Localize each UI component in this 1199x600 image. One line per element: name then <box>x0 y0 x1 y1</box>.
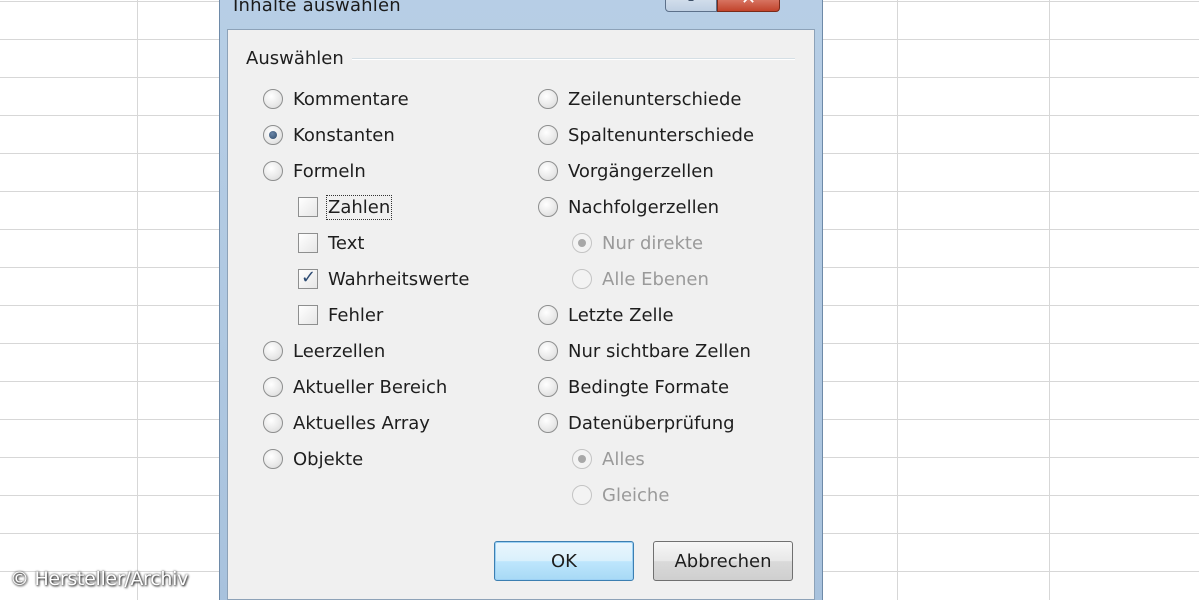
option-letzte-zelle[interactable]: Letzte Zelle <box>538 301 674 329</box>
option-datenueberpruefung[interactable]: Datenüberprüfung <box>538 409 735 437</box>
help-button[interactable] <box>665 0 717 12</box>
radio-checked-icon[interactable] <box>263 125 283 145</box>
option-spaltenunterschiede[interactable]: Spaltenunterschiede <box>538 121 754 149</box>
watermark-credit: © Hersteller/Archiv <box>10 568 189 590</box>
option-nachfolgerzellen[interactable]: Nachfolgerzellen <box>538 193 719 221</box>
option-label: Alles <box>602 448 645 470</box>
option-label: Konstanten <box>293 124 395 146</box>
option-aktuelles-array[interactable]: Aktuelles Array <box>263 409 430 437</box>
option-label: Leerzellen <box>293 340 386 362</box>
option-label: Vorgängerzellen <box>568 160 714 182</box>
dialog-title: Inhalte auswählen <box>233 0 401 16</box>
option-zeilenunterschiede[interactable]: Zeilenunterschiede <box>538 85 742 113</box>
option-bedingte-formate[interactable]: Bedingte Formate <box>538 373 729 401</box>
option-label: Aktueller Bereich <box>293 376 448 398</box>
option-label: Fehler <box>328 304 384 326</box>
radio-icon[interactable] <box>538 341 558 361</box>
option-formeln[interactable]: Formeln <box>263 157 366 185</box>
option-label: Text <box>328 232 365 254</box>
option-label: Kommentare <box>293 88 409 110</box>
close-icon: ✕ <box>718 0 779 9</box>
radio-icon <box>572 485 592 505</box>
option-alles: Alles <box>572 445 645 473</box>
radio-icon[interactable] <box>538 413 558 433</box>
radio-icon[interactable] <box>538 125 558 145</box>
radio-icon[interactable] <box>538 197 558 217</box>
radio-checked-icon <box>572 449 592 469</box>
option-nur-direkte: Nur direkte <box>572 229 703 257</box>
option-vorgaengerzellen[interactable]: Vorgängerzellen <box>538 157 714 185</box>
radio-icon[interactable] <box>263 377 283 397</box>
help-icon <box>688 0 694 1</box>
option-label: Zeilenunterschiede <box>568 88 742 110</box>
option-label: Nur direkte <box>602 232 704 254</box>
radio-icon[interactable] <box>538 89 558 109</box>
option-label: Alle Ebenen <box>602 268 709 290</box>
checkbox-wahrheitswerte[interactable]: Wahrheitswerte <box>298 265 469 293</box>
radio-checked-icon <box>572 233 592 253</box>
option-alle-ebenen: Alle Ebenen <box>572 265 709 293</box>
option-label: Formeln <box>293 160 366 182</box>
group-label: Auswählen <box>246 48 344 69</box>
checkbox-fehler[interactable]: Fehler <box>298 301 383 329</box>
option-kommentare[interactable]: Kommentare <box>263 85 409 113</box>
radio-icon[interactable] <box>538 305 558 325</box>
radio-icon[interactable] <box>263 341 283 361</box>
option-gleiche: Gleiche <box>572 481 669 509</box>
checkbox-checked-icon[interactable] <box>298 267 318 289</box>
group-divider <box>352 58 795 60</box>
cancel-button[interactable]: Abbrechen <box>653 541 793 581</box>
option-label: Zahlen <box>325 194 393 220</box>
option-label: Gleiche <box>602 484 670 506</box>
option-label: Objekte <box>293 448 364 470</box>
radio-icon[interactable] <box>538 377 558 397</box>
ok-button[interactable]: OK <box>494 541 634 581</box>
checkbox-zahlen[interactable]: Zahlen <box>298 193 393 221</box>
checkbox-icon[interactable] <box>298 233 318 253</box>
option-konstanten[interactable]: Konstanten <box>263 121 395 149</box>
option-label: Bedingte Formate <box>568 376 730 398</box>
radio-icon[interactable] <box>263 449 283 469</box>
option-leerzellen[interactable]: Leerzellen <box>263 337 385 365</box>
close-button[interactable]: ✕ <box>717 0 780 12</box>
option-nur-sichtbare-zellen[interactable]: Nur sichtbare Zellen <box>538 337 751 365</box>
option-label: Aktuelles Array <box>293 412 430 434</box>
option-label: Wahrheitswerte <box>328 268 470 290</box>
radio-icon[interactable] <box>263 413 283 433</box>
checkbox-icon[interactable] <box>298 305 318 325</box>
checkbox-icon[interactable] <box>298 197 318 217</box>
radio-icon <box>572 269 592 289</box>
checkbox-text[interactable]: Text <box>298 229 364 257</box>
option-aktueller-bereich[interactable]: Aktueller Bereich <box>263 373 447 401</box>
radio-icon[interactable] <box>263 89 283 109</box>
option-label: Spaltenunterschiede <box>568 124 755 146</box>
option-objekte[interactable]: Objekte <box>263 445 363 473</box>
option-label: Nachfolgerzellen <box>568 196 720 218</box>
radio-icon[interactable] <box>538 161 558 181</box>
option-label: Nur sichtbare Zellen <box>568 340 751 362</box>
radio-icon[interactable] <box>263 161 283 181</box>
option-label: Letzte Zelle <box>568 304 674 326</box>
option-label: Datenüberprüfung <box>568 412 735 434</box>
